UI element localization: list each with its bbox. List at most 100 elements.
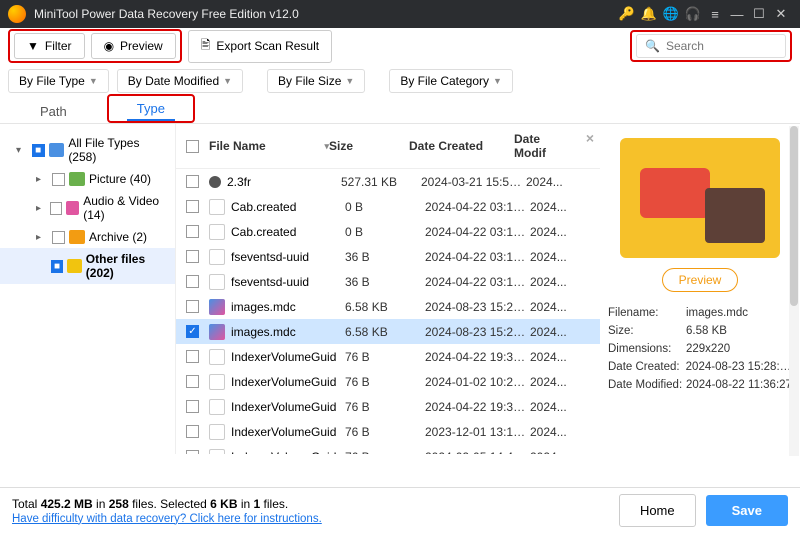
- search-input[interactable]: [666, 39, 777, 53]
- sidebar-item-other[interactable]: ■ Other files (202): [0, 248, 175, 284]
- minimize-icon[interactable]: —: [726, 7, 748, 22]
- sidebar-item-all[interactable]: ▾ ■ All File Types (258): [0, 132, 175, 168]
- sidebar-label: Audio & Video (14): [83, 194, 169, 222]
- checkbox[interactable]: [52, 231, 65, 244]
- file-table: File Name▾ Size Date Created Date Modif …: [176, 124, 600, 454]
- headset-icon[interactable]: 🎧: [682, 6, 704, 22]
- table-row[interactable]: fseventsd-uuid36 B2024-04-22 03:15:...20…: [176, 244, 600, 269]
- vertical-scrollbar[interactable]: [789, 126, 799, 456]
- search-box[interactable]: 🔍: [636, 34, 786, 58]
- preview-button[interactable]: ◉Preview: [91, 33, 176, 59]
- highlight-search: 🔍: [630, 30, 792, 62]
- menu-icon[interactable]: ≡: [704, 7, 726, 22]
- chevron-down-icon: ▾: [16, 145, 28, 156]
- sidebar-label: Other files (202): [86, 252, 169, 280]
- cell-date-modified: 2024...: [530, 200, 590, 214]
- table-row[interactable]: Cab.created0 B2024-04-22 03:15:...2024..…: [176, 194, 600, 219]
- table-row[interactable]: IndexerVolumeGuid76 B2024-04-22 19:34:..…: [176, 344, 600, 369]
- chevron-down-icon: ▼: [493, 76, 502, 86]
- table-row[interactable]: IndexerVolumeGuid76 B2024-01-02 10:22:..…: [176, 369, 600, 394]
- globe-icon[interactable]: 🌐: [660, 6, 682, 22]
- file-icon: [209, 449, 225, 455]
- row-checkbox[interactable]: [186, 225, 199, 238]
- row-checkbox[interactable]: [186, 400, 199, 413]
- cell-date-created: 2024-08-23 15:28:...: [425, 325, 530, 339]
- row-checkbox[interactable]: [186, 250, 199, 263]
- col-date-modified[interactable]: Date Modif: [514, 132, 574, 160]
- row-checkbox[interactable]: [186, 375, 199, 388]
- pk-dm: Date Modified:: [608, 379, 686, 391]
- table-row[interactable]: images.mdc6.58 KB2024-08-23 15:28:...202…: [176, 294, 600, 319]
- by-file-category-dropdown[interactable]: By File Category▼: [389, 69, 513, 93]
- pv-dc: 2024-08-23 15:28:29: [686, 361, 792, 373]
- cell-date-created: 2024-04-22 03:15:...: [425, 200, 530, 214]
- close-icon[interactable]: ✕: [770, 6, 792, 22]
- row-checkbox[interactable]: [186, 300, 199, 313]
- sidebar-label: Picture (40): [89, 172, 151, 186]
- preview-file-button[interactable]: Preview: [662, 268, 739, 292]
- cell-filename: fseventsd-uuid: [231, 250, 345, 264]
- close-preview-icon[interactable]: ×: [586, 130, 594, 146]
- tab-type[interactable]: Type: [127, 97, 175, 120]
- maximize-icon[interactable]: ☐: [748, 6, 770, 22]
- preview-panel: Preview Filename:images.mdc Size:6.58 KB…: [600, 124, 800, 454]
- home-button[interactable]: Home: [619, 494, 696, 527]
- checkbox[interactable]: ■: [51, 260, 63, 273]
- col-filename[interactable]: File Name▾: [209, 139, 329, 153]
- chevron-right-icon: ▸: [36, 232, 48, 243]
- sidebar-item-picture[interactable]: ▸ Picture (40): [0, 168, 175, 190]
- content: File Name▾ Size Date Created Date Modif …: [176, 124, 800, 454]
- help-link[interactable]: Have difficulty with data recovery? Clic…: [12, 513, 322, 525]
- row-checkbox[interactable]: ✓: [186, 325, 199, 338]
- checkbox[interactable]: ■: [32, 144, 45, 157]
- col-date-created[interactable]: Date Created: [409, 139, 514, 153]
- filter-button[interactable]: ▼Filter: [14, 33, 85, 59]
- tab-path[interactable]: Path: [30, 100, 77, 123]
- by-file-type-dropdown[interactable]: By File Type▼: [8, 69, 109, 93]
- export-button[interactable]: 🖹Export Scan Result: [188, 30, 332, 63]
- cell-size: 0 B: [345, 200, 425, 214]
- row-checkbox[interactable]: [186, 200, 199, 213]
- checkbox[interactable]: [52, 173, 65, 186]
- sidebar-item-archive[interactable]: ▸ Archive (2): [0, 226, 175, 248]
- by-file-size-dropdown[interactable]: By File Size▼: [267, 69, 365, 93]
- checkbox[interactable]: [50, 202, 61, 215]
- sidebar-item-audio-video[interactable]: ▸ Audio & Video (14): [0, 190, 175, 226]
- cell-date-created: 2024-04-22 03:15:...: [425, 225, 530, 239]
- cell-size: 527.31 KB: [341, 175, 421, 189]
- checkbox-all[interactable]: [186, 140, 199, 153]
- table-row[interactable]: IndexerVolumeGuid76 B2024-02-05 14:42:..…: [176, 444, 600, 454]
- bell-icon[interactable]: 🔔: [638, 6, 660, 22]
- row-checkbox[interactable]: [186, 450, 199, 454]
- file-icon: [209, 374, 225, 390]
- table-row[interactable]: 2.3fr527.31 KB2024-03-21 15:56:...2024..…: [176, 169, 600, 194]
- row-checkbox[interactable]: [186, 425, 199, 438]
- col-size[interactable]: Size: [329, 139, 409, 153]
- by-date-modified-dropdown[interactable]: By Date Modified▼: [117, 69, 243, 93]
- cell-filename: 2.3fr: [227, 175, 341, 189]
- file-icon: [209, 349, 225, 365]
- nav-tabs: Path Type: [0, 98, 800, 124]
- table-row[interactable]: IndexerVolumeGuid76 B2023-12-01 13:13:..…: [176, 419, 600, 444]
- table-row[interactable]: IndexerVolumeGuid76 B2024-04-22 19:34:..…: [176, 394, 600, 419]
- scrollbar-thumb[interactable]: [790, 126, 798, 306]
- main-area: ▾ ■ All File Types (258) ▸ Picture (40) …: [0, 124, 800, 454]
- table-row[interactable]: fseventsd-uuid36 B2024-04-22 03:15:...20…: [176, 269, 600, 294]
- row-checkbox[interactable]: [186, 275, 199, 288]
- cell-date-created: 2024-01-02 10:22:...: [425, 375, 530, 389]
- cell-date-modified: 2024...: [530, 275, 590, 289]
- app-logo-icon: [8, 5, 26, 23]
- table-row[interactable]: ✓images.mdc6.58 KB2024-08-23 15:28:...20…: [176, 319, 600, 344]
- toolbar: ▼Filter ◉Preview 🖹Export Scan Result 🔍: [0, 28, 800, 64]
- save-button[interactable]: Save: [706, 495, 788, 526]
- cell-date-modified: 2024...: [526, 175, 586, 189]
- cell-date-created: 2024-04-22 19:34:...: [425, 400, 530, 414]
- key-icon[interactable]: 🔑: [616, 6, 638, 22]
- cell-date-modified: 2024...: [530, 300, 590, 314]
- row-checkbox[interactable]: [186, 175, 199, 188]
- table-row[interactable]: Cab.created0 B2024-04-22 03:15:...2024..…: [176, 219, 600, 244]
- highlight-filter-preview: ▼Filter ◉Preview: [8, 29, 182, 63]
- row-checkbox[interactable]: [186, 350, 199, 363]
- funnel-icon: ▼: [27, 39, 39, 53]
- chevron-down-icon: ▼: [223, 76, 232, 86]
